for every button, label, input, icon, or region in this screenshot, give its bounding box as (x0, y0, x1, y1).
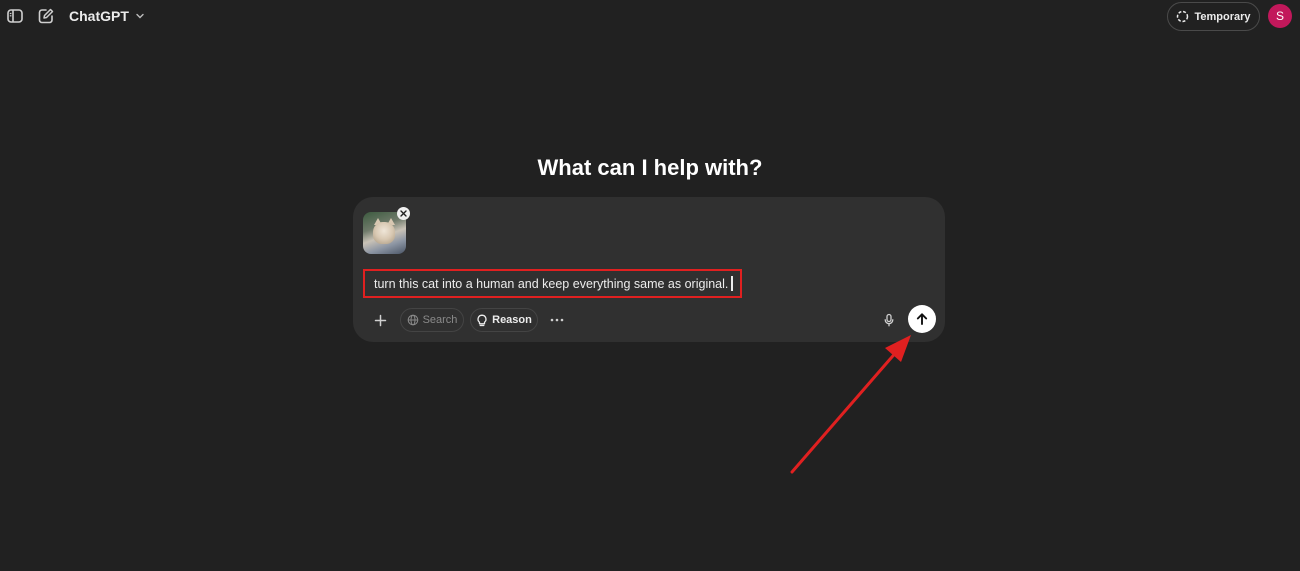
model-name: ChatGPT (69, 8, 129, 24)
close-icon (400, 210, 407, 217)
voice-input-button[interactable] (880, 311, 898, 329)
add-attachment-button[interactable] (370, 310, 390, 330)
send-button[interactable] (908, 305, 936, 333)
model-selector[interactable]: ChatGPT (69, 8, 145, 24)
chevron-down-icon (136, 13, 144, 19)
composer: turn this cat into a human and keep ever… (353, 197, 945, 342)
avatar[interactable]: S (1268, 4, 1292, 28)
search-label: Search (422, 314, 458, 326)
dashed-circle-icon (1177, 10, 1189, 23)
lightbulb-icon (477, 314, 487, 326)
text-caret (731, 276, 733, 291)
sidebar-toggle-icon (7, 9, 23, 23)
temporary-chat-button[interactable]: Temporary (1167, 2, 1260, 31)
cat-photo (373, 222, 395, 244)
plus-icon (374, 314, 386, 326)
page-title: What can I help with? (537, 155, 763, 180)
compose-icon (38, 8, 54, 24)
remove-attachment-button[interactable] (397, 207, 410, 220)
reason-label: Reason (492, 314, 532, 326)
top-bar: ChatGPT Temporary S (0, 0, 1300, 34)
ellipsis-icon (550, 318, 564, 322)
prompt-input[interactable]: turn this cat into a human and keep ever… (363, 269, 742, 298)
composer-toolbar: Search Reason (353, 305, 945, 333)
sidebar-toggle-button[interactable] (4, 5, 26, 27)
search-button[interactable]: Search (400, 308, 464, 332)
microphone-icon (884, 313, 894, 327)
globe-icon (407, 314, 418, 326)
temporary-label: Temporary (1194, 10, 1251, 23)
more-tools-button[interactable] (545, 308, 569, 332)
avatar-initial: S (1275, 9, 1284, 23)
reason-button[interactable]: Reason (470, 308, 538, 332)
new-chat-button[interactable] (35, 5, 57, 27)
arrow-up-icon (916, 313, 928, 325)
prompt-text: turn this cat into a human and keep ever… (374, 276, 729, 291)
